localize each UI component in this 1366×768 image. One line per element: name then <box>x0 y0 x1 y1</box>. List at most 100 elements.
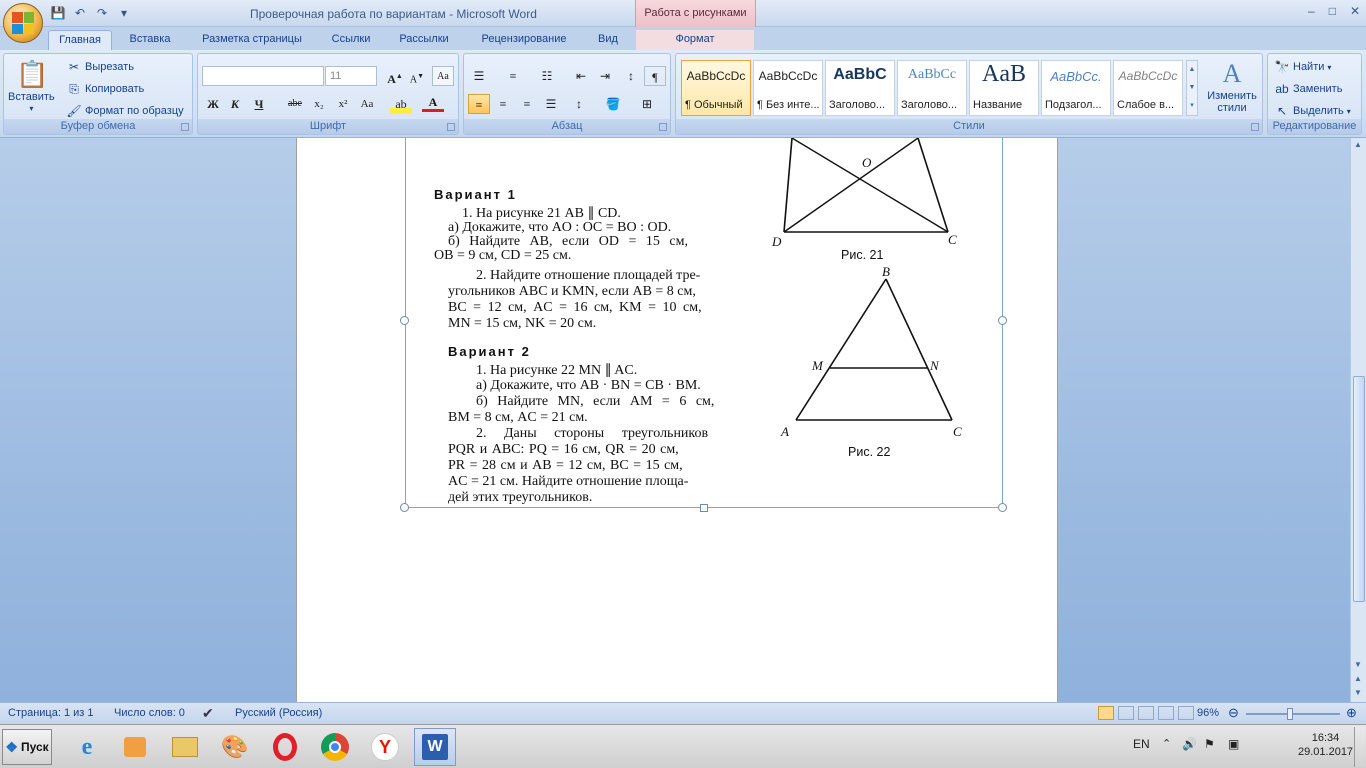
language-indicator[interactable]: Русский (Россия) <box>235 707 322 719</box>
media-player-icon[interactable] <box>114 728 156 766</box>
network-icon[interactable]: ▣ <box>1228 737 1239 751</box>
previous-page-icon[interactable]: ▲ <box>1354 674 1362 683</box>
show-desktop-button[interactable] <box>1354 727 1365 767</box>
align-left-icon[interactable]: ≡ <box>468 94 490 114</box>
dialog-launcher-icon[interactable] <box>447 123 455 131</box>
increase-indent-icon[interactable]: ⇥ <box>594 66 616 86</box>
bold-button[interactable]: Ж <box>202 94 224 114</box>
scroll-down-icon[interactable]: ▼ <box>1354 660 1362 669</box>
tab-references[interactable]: Ссылки <box>322 30 380 50</box>
multilevel-list-icon[interactable]: ☷ <box>536 66 558 86</box>
zoom-level[interactable]: 96% <box>1197 707 1219 719</box>
yandex-browser-icon[interactable]: Y <box>364 728 406 766</box>
draft-icon[interactable] <box>1178 706 1194 720</box>
sort-icon[interactable]: ↕ <box>620 66 642 86</box>
tab-mailings[interactable]: Рассылки <box>390 30 458 50</box>
strikethrough-button[interactable]: abe <box>284 94 306 114</box>
page-count[interactable]: Страница: 1 из 1 <box>8 707 94 719</box>
opera-icon[interactable] <box>264 728 306 766</box>
subscript-button[interactable]: x₂ <box>308 94 330 114</box>
replace-button[interactable]: ab Заменить <box>1274 81 1342 97</box>
minimize-button[interactable]: – <box>1308 4 1315 18</box>
scrollbar-thumb[interactable] <box>1353 376 1365 602</box>
align-center-icon[interactable]: ≡ <box>492 94 514 114</box>
print-layout-icon[interactable] <box>1098 706 1114 720</box>
resize-handle-bottom[interactable] <box>700 504 708 512</box>
select-button[interactable]: ↖ Выделить ▾ <box>1274 103 1351 119</box>
zoom-slider[interactable] <box>1246 713 1340 715</box>
line-spacing-icon[interactable]: ↕ <box>568 94 590 114</box>
tab-page-layout[interactable]: Разметка страницы <box>190 30 314 50</box>
highlight-icon[interactable]: ab <box>390 94 412 114</box>
full-screen-reading-icon[interactable] <box>1118 706 1134 720</box>
language-indicator[interactable]: EN <box>1133 737 1150 751</box>
numbering-icon[interactable]: ≡ <box>502 66 524 86</box>
selected-picture[interactable]: Вариант 1 1. На рисунке 21 AB ∥ CD. а) Д… <box>405 138 1003 508</box>
cut-button[interactable]: ✂ Вырезать <box>66 59 134 75</box>
style-subtle-emphasis[interactable]: AaBbCcDc Слабое в... <box>1113 60 1183 116</box>
clock[interactable]: 16:34 29.01.2017 <box>1298 731 1353 759</box>
volume-icon[interactable]: 🔊 <box>1182 737 1197 751</box>
styles-scroll[interactable]: ▲ ▼ ▾ <box>1186 60 1198 116</box>
word-count[interactable]: Число слов: 0 <box>114 707 185 719</box>
change-styles-button[interactable]: A Изменить стили <box>1204 58 1260 114</box>
vertical-scrollbar[interactable]: ▲ ▼ ▲ ▼ <box>1350 138 1366 702</box>
paste-button[interactable]: 📋 Вставить ▾ <box>8 58 55 113</box>
grow-font-icon[interactable]: A▲ <box>384 66 406 86</box>
document-page[interactable]: Вариант 1 1. На рисунке 21 AB ∥ CD. а) Д… <box>296 138 1058 702</box>
shading-icon[interactable]: 🪣 <box>602 94 624 114</box>
find-button[interactable]: 🔭 Найти ▾ <box>1274 59 1332 75</box>
tab-format[interactable]: Формат <box>636 30 754 50</box>
style-normal[interactable]: AaBbCcDc ¶ Обычный <box>681 60 751 116</box>
outline-icon[interactable] <box>1158 706 1174 720</box>
office-button[interactable] <box>3 3 43 43</box>
style-title[interactable]: AaB Название <box>969 60 1039 116</box>
shrink-font-icon[interactable]: A▼ <box>406 66 428 86</box>
internet-explorer-icon[interactable]: e <box>66 728 108 766</box>
dialog-launcher-icon[interactable] <box>659 123 667 131</box>
customize-qat-icon[interactable]: ▾ <box>116 5 132 21</box>
redo-icon[interactable]: ↷ <box>94 5 110 21</box>
dialog-launcher-icon[interactable] <box>181 123 189 131</box>
bullets-icon[interactable]: ☰ <box>468 66 490 86</box>
format-painter-button[interactable]: 🖌 Формат по образцу <box>66 103 183 119</box>
clear-formatting-icon[interactable]: Aa <box>432 66 454 86</box>
explorer-folder-icon[interactable] <box>164 728 206 766</box>
style-subtitle[interactable]: AaBbCc. Подзагол... <box>1041 60 1111 116</box>
superscript-button[interactable]: x² <box>332 94 354 114</box>
action-center-flag-icon[interactable]: ⚑ <box>1204 737 1215 751</box>
show-marks-icon[interactable]: ¶ <box>644 66 666 86</box>
zoom-slider-thumb[interactable] <box>1287 708 1293 720</box>
resize-handle-left[interactable] <box>400 316 409 325</box>
resize-handle-bottom-left[interactable] <box>400 503 409 512</box>
font-size-field[interactable]: 11 <box>325 66 377 86</box>
italic-button[interactable]: К <box>224 94 246 114</box>
spelling-check-icon[interactable]: ✔ <box>202 705 214 722</box>
tab-review[interactable]: Рецензирование <box>468 30 580 50</box>
change-case-button[interactable]: Aa <box>356 94 378 114</box>
justify-icon[interactable]: ☰ <box>540 94 562 114</box>
web-layout-icon[interactable] <box>1138 706 1154 720</box>
next-page-icon[interactable]: ▼ <box>1354 688 1362 697</box>
copy-button[interactable]: ⎘ Копировать <box>66 81 144 97</box>
close-button[interactable]: ✕ <box>1350 4 1360 18</box>
borders-icon[interactable]: ⊞ <box>636 94 658 114</box>
paint-icon[interactable]: 🎨 <box>214 728 256 766</box>
zoom-in-icon[interactable]: ⊕ <box>1346 705 1357 721</box>
tab-home[interactable]: Главная <box>48 30 112 50</box>
decrease-indent-icon[interactable]: ⇤ <box>570 66 592 86</box>
underline-button[interactable]: Ч <box>248 94 270 114</box>
tab-insert[interactable]: Вставка <box>120 30 180 50</box>
style-heading-2[interactable]: AaBbCc Заголово... <box>897 60 967 116</box>
font-color-icon[interactable]: A <box>422 94 444 112</box>
style-no-spacing[interactable]: AaBbCcDc ¶ Без инте... <box>753 60 823 116</box>
show-hidden-icons-icon[interactable]: ⌃ <box>1162 737 1171 750</box>
undo-icon[interactable]: ↶ <box>72 5 88 21</box>
style-heading-1[interactable]: AaBbC Заголово... <box>825 60 895 116</box>
align-right-icon[interactable]: ≡ <box>516 94 538 114</box>
save-icon[interactable]: 💾 <box>50 5 66 21</box>
dialog-launcher-icon[interactable] <box>1251 123 1259 131</box>
resize-handle-bottom-right[interactable] <box>998 503 1007 512</box>
scroll-up-icon[interactable]: ▲ <box>1354 140 1362 149</box>
chrome-icon[interactable] <box>314 728 356 766</box>
